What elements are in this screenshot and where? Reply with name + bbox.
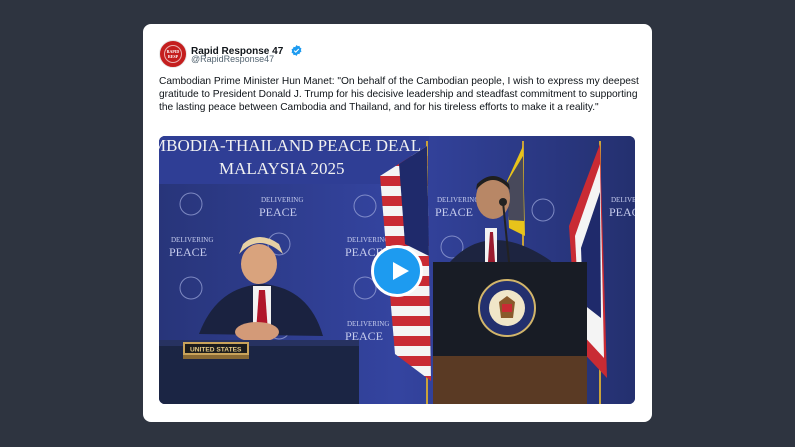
play-icon [393, 262, 409, 280]
desk: UNITED STATES [159, 340, 359, 404]
post-text: Cambodian Prime Minister Hun Manet: "On … [159, 76, 639, 113]
banner-text-line2: MALAYSIA 2025 [219, 159, 344, 178]
author-handle[interactable]: @RapidResponse47 [191, 54, 274, 64]
svg-text:DELIVERING: DELIVERING [611, 196, 635, 204]
podium [433, 262, 587, 404]
play-button[interactable] [371, 245, 423, 297]
video-player[interactable]: MBODIA-THAILAND PEACE DEAL MALAYSIA 2025… [159, 136, 635, 404]
svg-text:PEACE: PEACE [609, 205, 635, 219]
svg-text:DELIVERING: DELIVERING [261, 196, 303, 204]
verified-badge-icon [291, 45, 302, 56]
avatar-logo: RAPID RESP [166, 49, 180, 59]
banner-text-line1: MBODIA-THAILAND PEACE DEAL [159, 136, 421, 155]
svg-text:PEACE: PEACE [259, 205, 297, 219]
svg-text:PEACE: PEACE [435, 205, 473, 219]
svg-text:DELIVERING: DELIVERING [171, 236, 213, 244]
svg-text:DELIVERING: DELIVERING [437, 196, 479, 204]
svg-text:DELIVERING: DELIVERING [347, 320, 389, 328]
svg-text:DELIVERING: DELIVERING [347, 236, 389, 244]
avatar[interactable]: RAPID RESP [159, 40, 187, 68]
name-plate-text: UNITED STATES [190, 347, 242, 354]
svg-text:PEACE: PEACE [169, 245, 207, 259]
post-card: RAPID RESP Rapid Response 47 @RapidRespon… [143, 24, 652, 422]
